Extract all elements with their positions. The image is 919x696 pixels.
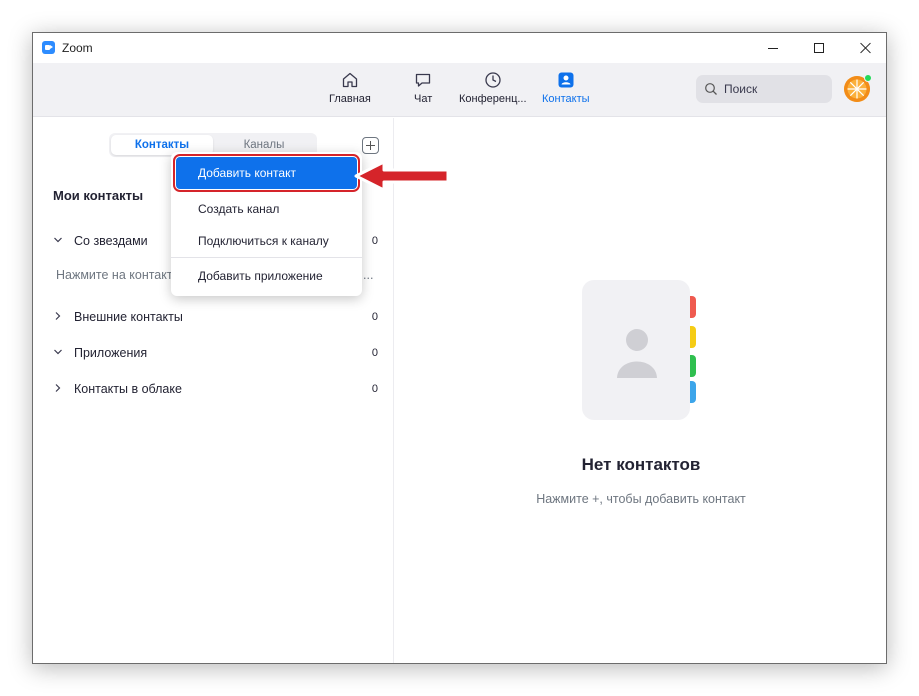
tab-meetings[interactable]: Конференц... xyxy=(459,71,527,105)
tab-meetings-label: Конференц... xyxy=(459,93,527,105)
tab-home[interactable]: Главная xyxy=(329,71,371,105)
menu-add-contact[interactable]: Добавить контакт xyxy=(173,154,360,192)
menu-join-channel[interactable]: Подключиться к каналу xyxy=(171,226,362,256)
search-placeholder: Поиск xyxy=(724,82,758,96)
tab-chat-label: Чат xyxy=(414,93,433,105)
maximize-button[interactable] xyxy=(796,33,842,63)
add-dropdown-menu: Добавить контакт Создать канал Подключит… xyxy=(171,152,362,296)
group-external[interactable]: Внешние контакты 0 xyxy=(53,308,378,328)
address-book-illustration xyxy=(582,280,696,420)
group-external-label: Внешние контакты xyxy=(74,310,183,324)
title-bar: Zoom xyxy=(33,33,886,63)
chevron-right-icon xyxy=(55,384,61,392)
tab-home-label: Главная xyxy=(329,93,371,105)
my-contacts-heading: Мои контакты xyxy=(53,188,144,203)
tab-contacts-label: Контакты xyxy=(542,93,590,105)
group-starred-label: Со звездами xyxy=(74,234,148,248)
group-external-count: 0 xyxy=(371,311,378,323)
group-cloud[interactable]: Контакты в облаке 0 xyxy=(53,380,378,400)
person-icon xyxy=(617,329,657,378)
clock-icon xyxy=(485,72,501,88)
group-cloud-label: Контакты в облаке xyxy=(74,382,182,396)
group-apps-count: 0 xyxy=(371,347,378,359)
group-apps[interactable]: Приложения 0 xyxy=(53,344,378,364)
chevron-down-icon xyxy=(54,237,62,243)
close-icon xyxy=(859,42,871,54)
tab-contacts[interactable]: Контакты xyxy=(542,71,590,105)
contact-detail-panel: Нет контактов Нажмите +, чтобы добавить … xyxy=(395,118,886,663)
chevron-down-icon xyxy=(54,349,62,355)
empty-state-title: Нет контактов xyxy=(581,455,701,474)
top-navigation: Главная Чат Конференц... Контакты Поиск xyxy=(33,63,886,117)
close-button[interactable] xyxy=(842,33,886,63)
group-starred-count: 0 xyxy=(371,235,378,247)
menu-divider xyxy=(171,257,362,258)
search-input[interactable]: Поиск xyxy=(696,75,832,103)
empty-state-subtitle: Нажмите +, чтобы добавить контакт xyxy=(536,492,746,506)
contacts-icon xyxy=(558,72,574,88)
menu-create-channel[interactable]: Создать канал xyxy=(171,194,362,224)
chevron-right-icon xyxy=(55,312,61,320)
presence-indicator xyxy=(864,74,872,82)
group-cloud-count: 0 xyxy=(371,383,378,395)
zoom-window: Zoom Главная Чат Конференц... Контакты П… xyxy=(32,32,887,664)
chat-icon xyxy=(415,73,431,87)
annotation-arrow-icon xyxy=(354,160,450,192)
menu-add-app[interactable]: Добавить приложение xyxy=(171,261,362,291)
minimize-button[interactable] xyxy=(750,33,796,63)
window-title: Zoom xyxy=(62,41,93,55)
group-apps-label: Приложения xyxy=(74,346,148,360)
search-icon xyxy=(705,83,717,95)
starred-hint-ellipsis: ... xyxy=(363,268,374,282)
add-button[interactable] xyxy=(362,137,379,154)
maximize-icon xyxy=(814,43,824,53)
home-icon xyxy=(342,72,358,88)
minimize-icon xyxy=(768,47,778,49)
zoom-logo-icon xyxy=(42,41,55,54)
tab-chat[interactable]: Чат xyxy=(414,71,432,105)
